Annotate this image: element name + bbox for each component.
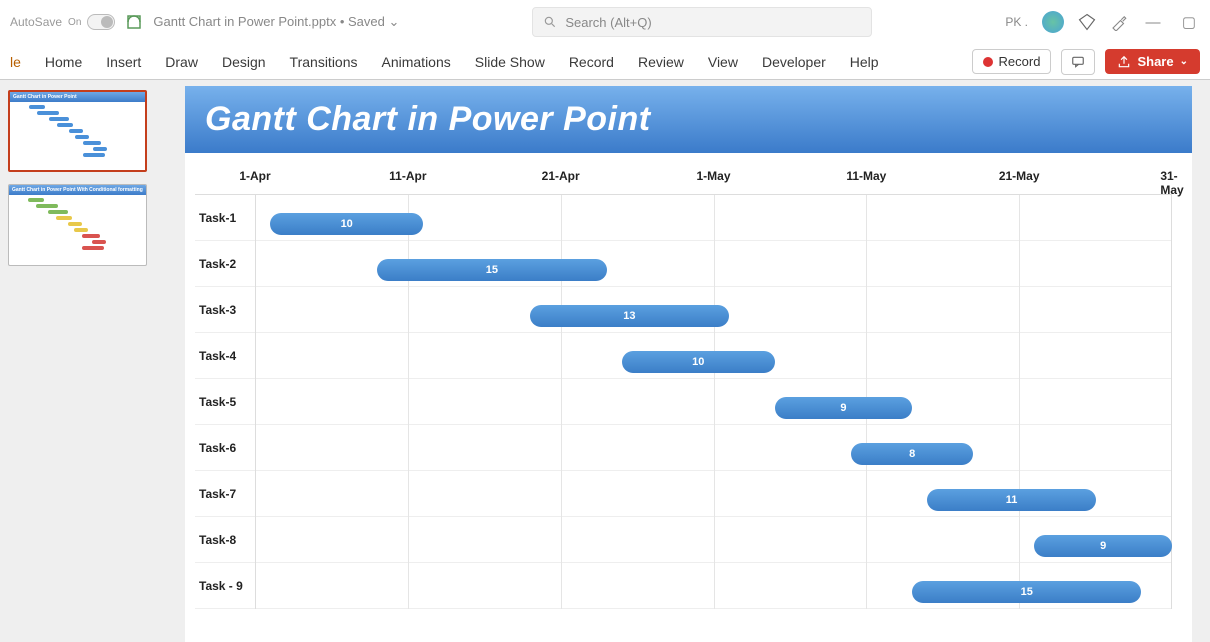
tab-slide-show[interactable]: Slide Show	[475, 46, 545, 78]
autosave-state: On	[68, 17, 81, 28]
slide-title[interactable]: Gantt Chart in Power Point	[185, 86, 1192, 153]
chevron-down-icon: ⌄	[1180, 56, 1188, 67]
share-label: Share	[1137, 54, 1173, 69]
tab-transitions[interactable]: Transitions	[290, 46, 358, 78]
gantt-bar[interactable]: 9	[775, 397, 913, 419]
slide-thumbnails-panel[interactable]: Gantt Chart in Power Point Gantt Chart in…	[0, 80, 155, 642]
tab-home[interactable]: Home	[45, 46, 82, 78]
slide-thumbnail-2[interactable]: Gantt Chart in Power Point With Conditio…	[8, 184, 147, 266]
gantt-row: Task-3 13	[195, 287, 1172, 333]
tab-developer[interactable]: Developer	[762, 46, 826, 78]
tab-help[interactable]: Help	[850, 46, 879, 78]
title-bar: AutoSave On Gantt Chart in Power Point.p…	[0, 0, 1210, 44]
record-label: Record	[999, 54, 1041, 69]
diamond-icon[interactable]	[1078, 13, 1096, 31]
comments-button[interactable]	[1061, 49, 1095, 75]
workspace: Gantt Chart in Power PointGantt Chart in…	[0, 80, 1210, 642]
ribbon-tabs: le Home Insert Draw Design Transitions Animati…	[0, 44, 1210, 80]
autosave-toggle[interactable]: AutoSave On	[10, 14, 115, 30]
gantt-row: Task-5 9	[195, 379, 1172, 425]
share-button[interactable]: Share ⌄	[1105, 49, 1200, 74]
slide-editor[interactable]: Gantt Chart in Power Point 1-Apr 11-Apr 21…	[155, 80, 1210, 642]
gantt-bar[interactable]: 15	[377, 259, 606, 281]
record-dot-icon	[983, 57, 993, 67]
tab-view[interactable]: View	[708, 46, 738, 78]
date-axis-label: 11-May	[846, 169, 886, 183]
date-axis-label: 21-Apr	[542, 169, 580, 183]
tab-record[interactable]: Record	[569, 46, 614, 78]
task-label: Task-1	[195, 211, 255, 225]
task-label: Task-7	[195, 487, 255, 501]
slide-thumbnail-1[interactable]: Gantt Chart in Power Point	[8, 90, 147, 172]
date-axis-label: 11-Apr	[389, 169, 426, 183]
gantt-row: Task-7 11	[195, 471, 1172, 517]
date-axis-label: 21-May	[999, 169, 1040, 183]
account-icon[interactable]	[1042, 11, 1064, 33]
gantt-row: Task-2 15	[195, 241, 1172, 287]
task-label: Task-4	[195, 349, 255, 363]
gantt-bar[interactable]: 11	[927, 489, 1095, 511]
gantt-bar[interactable]: 13	[530, 305, 729, 327]
task-label: Task-3	[195, 303, 255, 317]
gantt-bar[interactable]: 9	[1034, 535, 1172, 557]
gantt-bar[interactable]: 10	[622, 351, 775, 373]
brush-icon[interactable]	[1110, 13, 1128, 31]
tab-draw[interactable]: Draw	[165, 46, 198, 78]
minimize-button[interactable]: —	[1142, 14, 1164, 31]
gantt-row: Task-1 10	[195, 195, 1172, 241]
search-icon	[543, 15, 557, 29]
tab-le[interactable]: le	[10, 46, 21, 78]
date-axis-label: 1-May	[696, 169, 730, 183]
gantt-bar[interactable]: 8	[851, 443, 973, 465]
task-label: Task-6	[195, 441, 255, 455]
search-input[interactable]: Search (Alt+Q)	[532, 7, 872, 37]
tab-review[interactable]: Review	[638, 46, 684, 78]
date-axis-label: 31-May	[1160, 169, 1183, 197]
task-label: Task-8	[195, 533, 255, 547]
date-axis-label: 1-Apr	[239, 169, 270, 183]
gantt-bar[interactable]: 15	[912, 581, 1141, 603]
gantt-row: Task-6 8	[195, 425, 1172, 471]
record-button[interactable]: Record	[972, 49, 1052, 74]
save-icon[interactable]	[125, 13, 143, 31]
document-title[interactable]: Gantt Chart in Power Point.pptx • Saved …	[153, 14, 399, 30]
task-label: Task-5	[195, 395, 255, 409]
titlebar-right: PK . — ▢	[1005, 11, 1200, 33]
slide-canvas[interactable]: Gantt Chart in Power Point 1-Apr 11-Apr 21…	[185, 86, 1192, 642]
gantt-row: Task-8 9	[195, 517, 1172, 563]
gantt-row: Task-4 10	[195, 333, 1172, 379]
user-initials[interactable]: PK .	[1005, 15, 1028, 29]
restore-button[interactable]: ▢	[1178, 13, 1200, 31]
task-label: Task-2	[195, 257, 255, 271]
autosave-label: AutoSave	[10, 15, 62, 29]
toggle-icon[interactable]	[87, 14, 115, 30]
tab-animations[interactable]: Animations	[382, 46, 451, 78]
tab-design[interactable]: Design	[222, 46, 266, 78]
gantt-row: Task - 9 15	[195, 563, 1172, 609]
tab-insert[interactable]: Insert	[106, 46, 141, 78]
gantt-chart[interactable]: 1-Apr11-Apr21-Apr1-May11-May21-May31-May…	[195, 166, 1172, 642]
search-placeholder: Search (Alt+Q)	[565, 15, 651, 30]
gantt-bar[interactable]: 10	[270, 213, 423, 235]
task-label: Task - 9	[195, 579, 255, 593]
